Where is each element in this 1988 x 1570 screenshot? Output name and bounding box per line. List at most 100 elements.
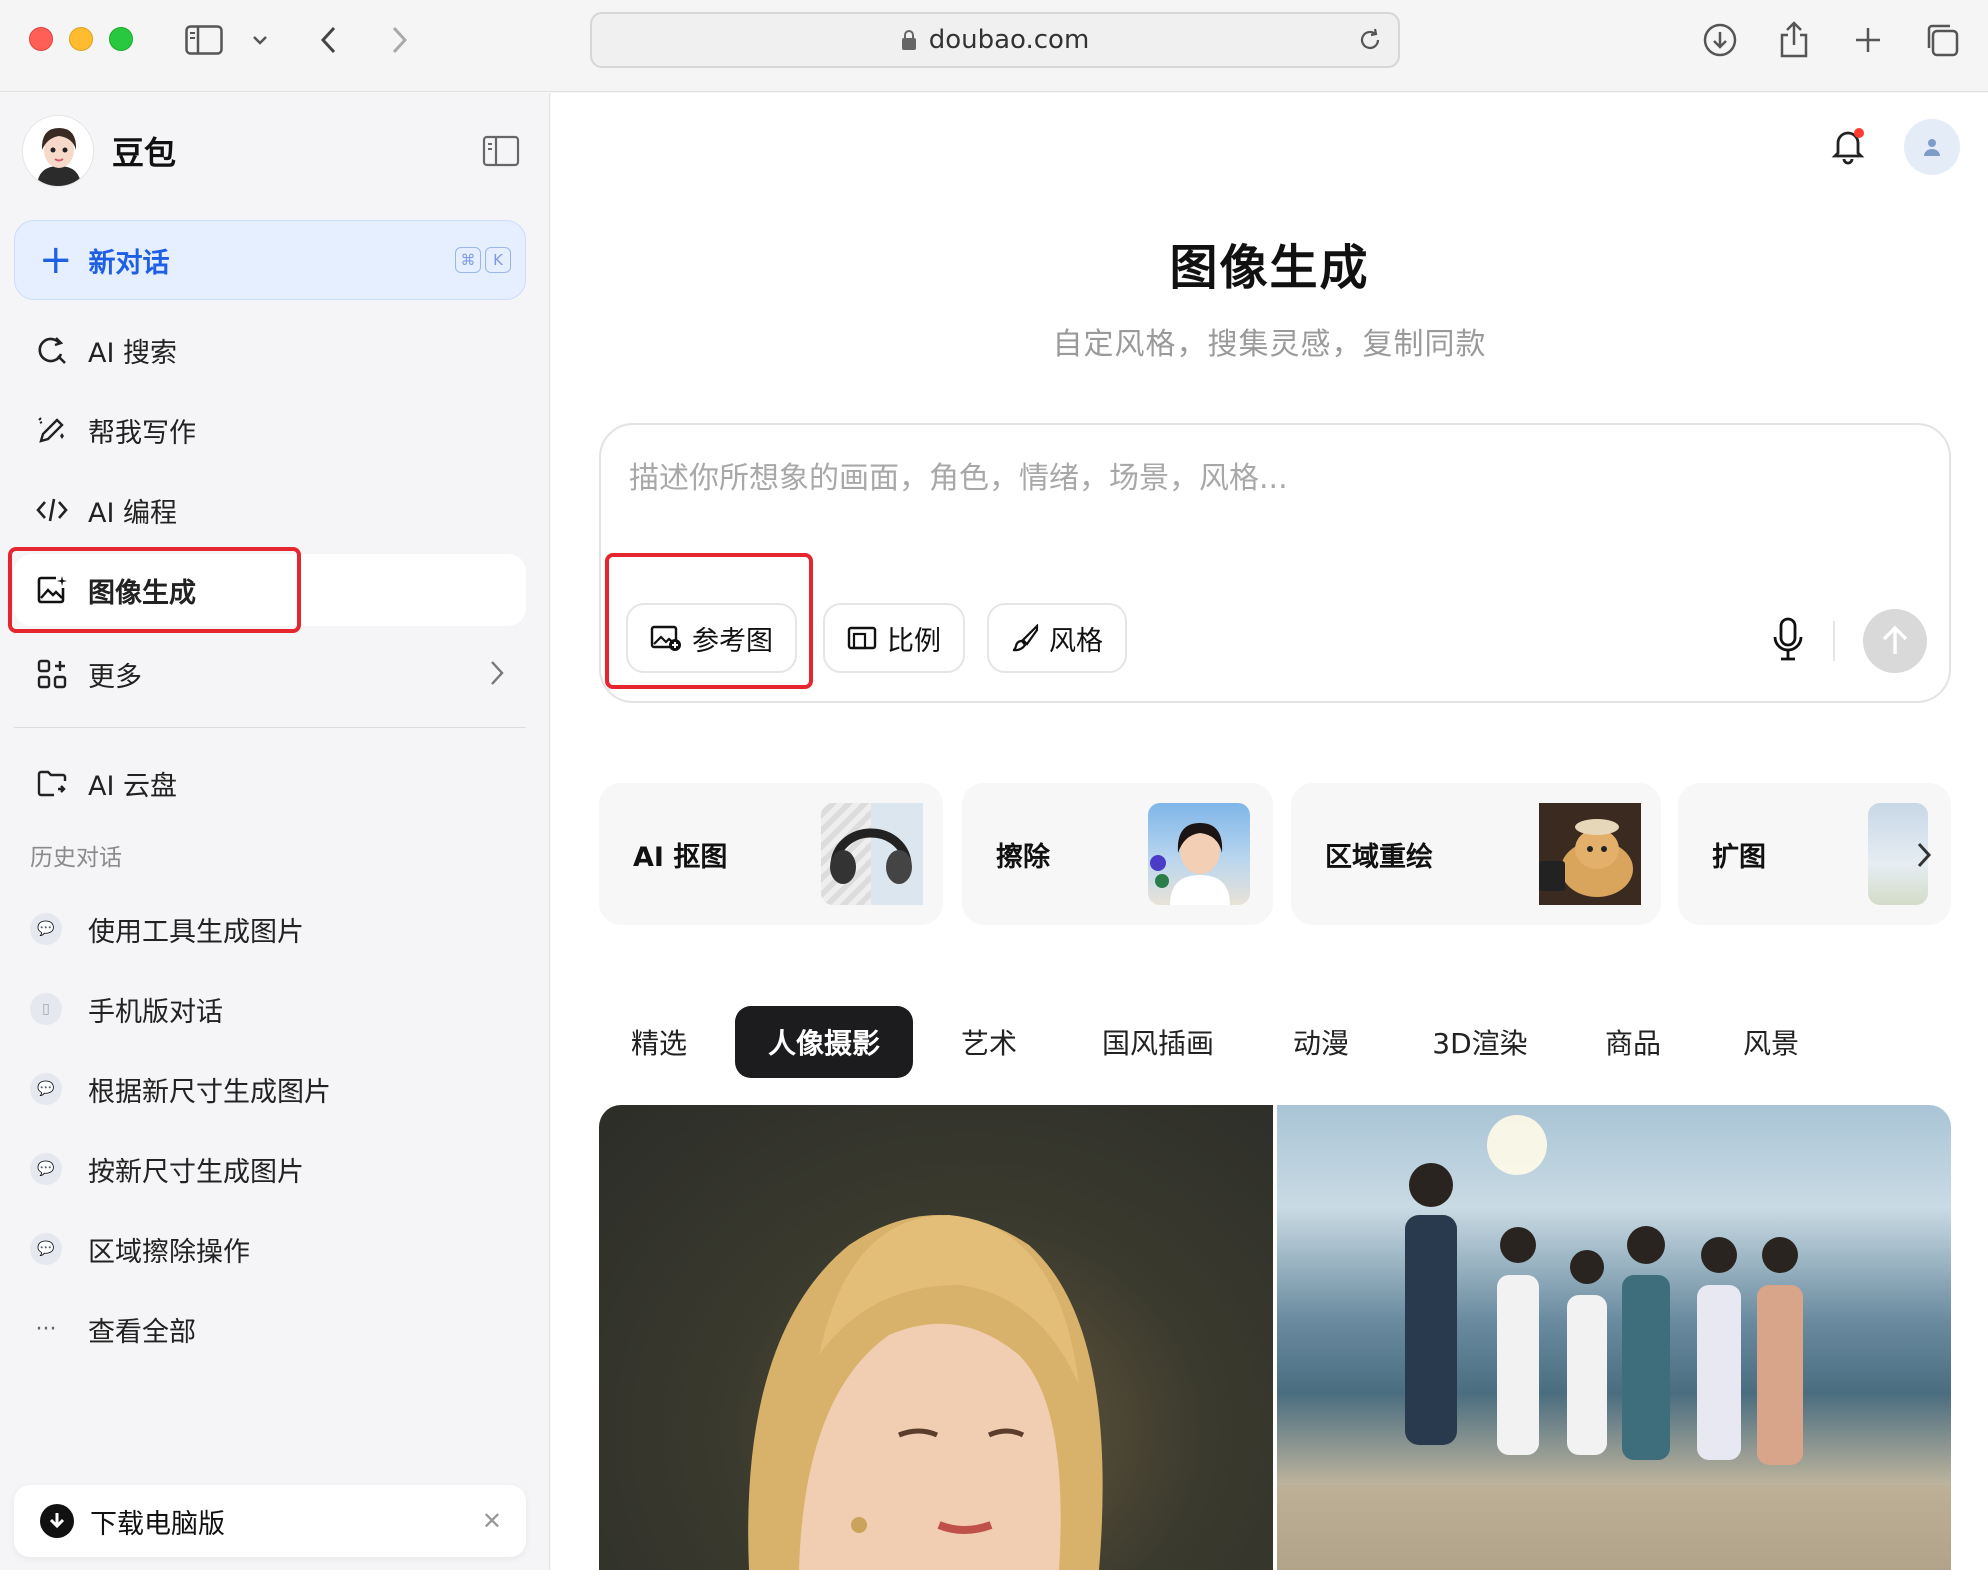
send-button[interactable] — [1863, 609, 1927, 673]
tab-chinese-illustration[interactable]: 国风插画 — [1073, 1006, 1243, 1078]
zoom-window-button[interactable] — [109, 27, 133, 51]
tab-landscape[interactable]: 风景 — [1711, 1006, 1831, 1078]
tab-label: 艺术 — [960, 1027, 1017, 1060]
shortcut-key-k: K — [485, 247, 511, 273]
tool-card-region-repaint[interactable]: 区域重绘 — [1291, 783, 1661, 925]
sidebar-toggle-icon[interactable] — [184, 20, 224, 60]
collapse-sidebar-icon[interactable] — [482, 135, 522, 171]
back-icon[interactable] — [308, 20, 348, 60]
chevron-right-icon — [490, 660, 504, 693]
download-label: 下载电脑版 — [90, 1508, 225, 1540]
sidebar-item-label: AI 编程 — [88, 497, 178, 529]
new-chat-button[interactable]: + 新对话 ⌘ K — [14, 220, 526, 300]
brand-name: 豆包 — [112, 134, 177, 172]
folder-icon — [34, 765, 70, 801]
history-section-title: 历史对话 — [30, 845, 122, 871]
browser-toolbar: doubao.com — [0, 0, 1988, 92]
carousel-next-icon[interactable] — [1904, 835, 1944, 875]
forward-icon[interactable] — [380, 20, 420, 60]
chip-label: 比例 — [887, 625, 941, 657]
brand[interactable]: 豆包 — [22, 115, 176, 187]
new-tab-icon[interactable] — [1848, 20, 1888, 60]
close-window-button[interactable] — [29, 27, 53, 51]
download-desktop-banner[interactable]: 下载电脑版 ✕ — [14, 1485, 526, 1557]
tab-overview-icon[interactable] — [1922, 20, 1962, 60]
tab-art[interactable]: 艺术 — [929, 1006, 1049, 1078]
sidebar-item-label: AI 云盘 — [88, 770, 178, 802]
tab-label: 3D渲染 — [1432, 1027, 1528, 1060]
sidebar-item-ai-search[interactable]: AI 搜索 — [14, 314, 526, 386]
lock-icon — [901, 29, 917, 51]
sidebar: 豆包 + 新对话 ⌘ K AI 搜索 帮我写作 AI 编程 图像生成 更多 AI… — [0, 93, 550, 1570]
shortcut-key-cmd: ⌘ — [455, 247, 481, 273]
tab-featured[interactable]: 精选 — [599, 1006, 719, 1078]
download-arrow-icon — [40, 1504, 74, 1538]
history-item[interactable]: 💬 按新尺寸生成图片 — [30, 1139, 530, 1199]
tool-label: AI 抠图 — [633, 841, 728, 873]
chat-bubble-icon: 💬 — [30, 1233, 62, 1265]
view-all-history[interactable]: ··· 查看全部 — [30, 1299, 530, 1359]
sidebar-item-label: AI 搜索 — [88, 337, 178, 369]
close-icon[interactable]: ✕ — [482, 1507, 502, 1535]
code-icon — [34, 492, 70, 528]
history-item-label: 根据新尺寸生成图片 — [88, 1076, 331, 1108]
prompt-composer: 参考图 比例 风格 — [599, 423, 1951, 703]
sidebar-item-ai-cloud[interactable]: AI 云盘 — [14, 747, 526, 819]
sidebar-item-coding[interactable]: AI 编程 — [14, 474, 526, 546]
shortcut-hint: ⌘ K — [455, 247, 511, 273]
chip-label: 风格 — [1049, 625, 1103, 657]
sidebar-divider — [14, 727, 526, 728]
tab-label: 风景 — [1742, 1027, 1799, 1060]
view-all-label: 查看全部 — [88, 1316, 196, 1348]
pen-icon — [34, 412, 70, 448]
main-content: 图像生成 自定风格，搜集灵感，复制同款 参考图 比例 风格 — [551, 93, 1988, 1570]
doubao-avatar — [22, 115, 94, 187]
gallery-image-portrait[interactable] — [599, 1105, 1273, 1570]
tab-products[interactable]: 商品 — [1573, 1006, 1693, 1078]
sidebar-item-writing[interactable]: 帮我写作 — [14, 394, 526, 466]
tool-label: 扩图 — [1712, 841, 1766, 873]
chat-bubble-icon: 💬 — [30, 913, 62, 945]
chat-bubble-icon: 💬 — [30, 1153, 62, 1185]
user-avatar[interactable] — [1904, 119, 1960, 175]
tab-label: 精选 — [630, 1027, 687, 1060]
tab-3d-render[interactable]: 3D渲染 — [1405, 1006, 1555, 1078]
history-item[interactable]: 💬 根据新尺寸生成图片 — [30, 1059, 530, 1119]
tab-label: 动漫 — [1292, 1027, 1349, 1060]
tab-portrait-photography[interactable]: 人像摄影 — [735, 1006, 913, 1078]
history-item[interactable]: 💬 使用工具生成图片 — [30, 899, 530, 959]
address-bar[interactable]: doubao.com — [590, 12, 1400, 68]
tab-label: 国风插画 — [1101, 1027, 1214, 1060]
more-dots-icon: ··· — [35, 1316, 57, 1342]
history-item[interactable]: 💬 区域擦除操作 — [30, 1219, 530, 1279]
search-refresh-icon — [34, 332, 70, 368]
tab-label: 商品 — [1604, 1027, 1661, 1060]
page-subtitle: 自定风格，搜集灵感，复制同款 — [1052, 327, 1487, 362]
chevron-down-icon[interactable] — [240, 20, 280, 60]
history-item[interactable]: ▯ 手机版对话 — [30, 979, 530, 1039]
tab-anime[interactable]: 动漫 — [1261, 1006, 1381, 1078]
history-item-label: 按新尺寸生成图片 — [88, 1156, 304, 1188]
aspect-ratio-button[interactable]: 比例 — [823, 603, 965, 673]
new-chat-label: 新对话 — [88, 247, 170, 279]
style-button[interactable]: 风格 — [987, 603, 1127, 673]
brush-icon — [1011, 624, 1039, 652]
share-icon[interactable] — [1774, 20, 1814, 60]
notification-bell-icon[interactable] — [1826, 123, 1870, 167]
dog-thumbnail — [1539, 803, 1641, 905]
tool-card-erase[interactable]: 擦除 — [962, 783, 1273, 925]
reload-icon[interactable] — [1356, 26, 1384, 61]
tool-label: 擦除 — [996, 841, 1050, 873]
sidebar-item-label: 更多 — [88, 661, 142, 693]
history-item-label: 区域擦除操作 — [88, 1236, 250, 1268]
microphone-icon[interactable] — [1766, 615, 1810, 663]
download-icon[interactable] — [1700, 20, 1740, 60]
minimize-window-button[interactable] — [69, 27, 93, 51]
tool-card-ai-cutout[interactable]: AI 抠图 — [599, 783, 943, 925]
sidebar-item-more[interactable]: 更多 — [14, 638, 526, 710]
aspect-ratio-icon — [847, 625, 877, 651]
annotation-highlight — [605, 553, 813, 689]
prompt-input[interactable] — [629, 461, 1829, 496]
page-title: 图像生成 — [1169, 240, 1370, 296]
gallery-image-beach-group[interactable] — [1277, 1105, 1951, 1570]
